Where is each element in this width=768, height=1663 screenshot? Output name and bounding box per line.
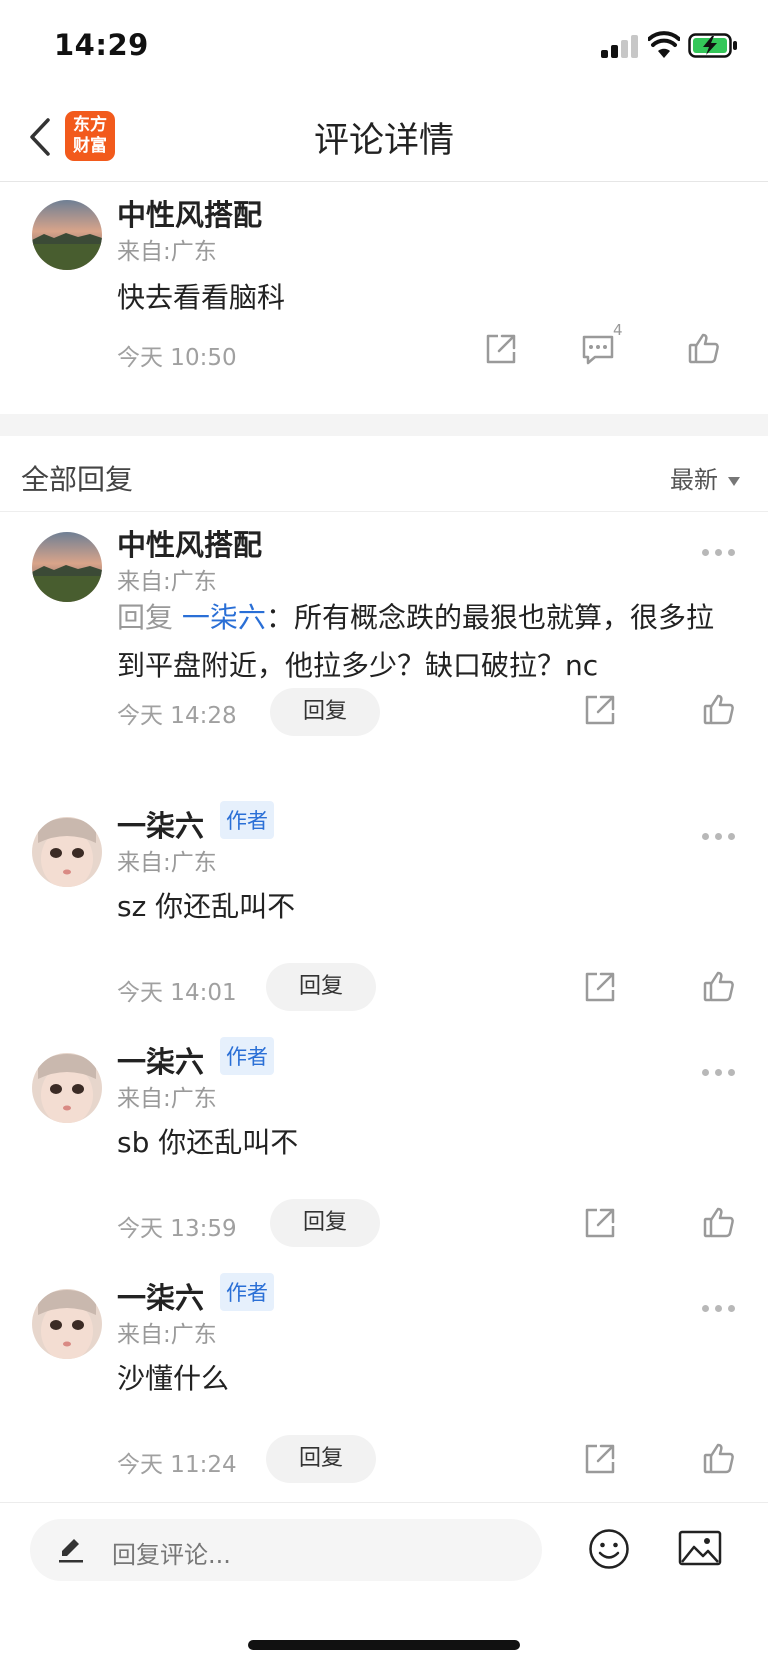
share-button[interactable] [484, 332, 518, 366]
more-options-button[interactable] [702, 1069, 736, 1079]
reply-time: 今天 11:24 [117, 1452, 237, 1478]
reply-location: 来自:广东 [117, 1322, 217, 1348]
like-button[interactable] [702, 1441, 736, 1475]
thumbs-up-icon [703, 1207, 734, 1238]
battery-charging-icon [688, 33, 738, 58]
share-button[interactable] [583, 970, 617, 1004]
comment-content: 快去看看脑科 [117, 281, 286, 314]
reply-button[interactable]: 回复 [266, 963, 376, 1011]
reply-content: 沙懂什么 [117, 1362, 230, 1395]
thumbs-up-icon [703, 694, 734, 725]
home-indicator[interactable] [248, 1640, 520, 1650]
avatar[interactable] [32, 1053, 102, 1123]
author-badge: 作者 [220, 1037, 274, 1075]
image-icon [678, 1530, 722, 1566]
comment-username[interactable]: 中性风搭配 [117, 192, 262, 234]
thumbs-up-icon [703, 971, 734, 1002]
image-button[interactable] [678, 1529, 722, 1571]
reply-item: 中性风搭配 来自:广东 回复 一柒六：所有概念跌的最狠也就算，很多拉到平盘附近，… [0, 512, 768, 770]
comment-icon [582, 335, 614, 365]
avatar[interactable] [32, 817, 102, 887]
thumbs-up-icon [688, 333, 719, 364]
reply-count-button[interactable] [581, 332, 615, 366]
bottom-input-bar: 回复评论... [0, 1502, 768, 1663]
reply-content: sz 你还乱叫不 [117, 890, 296, 923]
more-options-button[interactable] [702, 833, 736, 843]
comment-time: 今天 10:50 [117, 345, 237, 371]
reply-username[interactable]: 一柒六 [117, 803, 204, 845]
wifi-icon [647, 31, 681, 59]
reply-content: sb 你还乱叫不 [117, 1126, 299, 1159]
share-icon [585, 695, 615, 725]
page-title: 评论详情 [313, 121, 454, 161]
reply-username[interactable]: 一柒六 [117, 1039, 204, 1081]
share-button[interactable] [583, 1442, 617, 1476]
author-badge: 作者 [220, 801, 274, 839]
reply-button[interactable]: 回复 [270, 1199, 380, 1247]
share-icon [585, 1208, 615, 1238]
like-button[interactable] [702, 969, 736, 1003]
reply-location: 来自:广东 [117, 569, 217, 595]
replies-section-title: 全部回复 [21, 463, 134, 496]
reply-time: 今天 14:28 [117, 703, 237, 729]
reply-username[interactable]: 一柒六 [117, 1275, 204, 1317]
thumbs-up-icon [703, 1443, 734, 1474]
reply-location: 来自:广东 [117, 1086, 217, 1112]
status-time: 14:29 [54, 28, 149, 62]
like-button[interactable] [702, 1205, 736, 1239]
pencil-icon [59, 1539, 83, 1563]
author-badge: 作者 [220, 1273, 274, 1311]
avatar[interactable] [32, 532, 102, 602]
reply-prefix: 回复 [117, 601, 174, 634]
reply-button[interactable]: 回复 [270, 688, 380, 736]
comment-location: 来自:广东 [117, 239, 217, 265]
replies-section-header: 全部回复 最新 [0, 436, 768, 512]
reply-content: 回复 一柒六：所有概念跌的最狠也就算，很多拉到平盘附近，他拉多少？缺口破拉？nc [117, 594, 722, 690]
share-button[interactable] [583, 693, 617, 727]
avatar[interactable] [32, 200, 102, 270]
share-icon [486, 334, 516, 364]
reply-input-placeholder: 回复评论... [112, 1541, 231, 1569]
reply-location: 来自:广东 [117, 850, 217, 876]
reply-button[interactable]: 回复 [266, 1435, 376, 1483]
like-button[interactable] [687, 331, 721, 365]
section-divider [0, 414, 768, 436]
reply-input[interactable]: 回复评论... [30, 1519, 542, 1581]
caret-down-icon [728, 476, 740, 486]
more-options-button[interactable] [702, 1305, 736, 1315]
reply-time: 今天 13:59 [117, 1216, 237, 1242]
share-icon [585, 1444, 615, 1474]
header: 东方 财富 评论详情 [0, 92, 768, 182]
share-button[interactable] [583, 1206, 617, 1240]
sort-label: 最新 [670, 466, 718, 494]
reply-target-user[interactable]: 一柒六 [182, 601, 266, 634]
sort-dropdown[interactable]: 最新 [670, 460, 740, 495]
reply-count: 4 [613, 321, 623, 339]
status-bar: 14:29 [0, 0, 768, 92]
smiley-icon [589, 1529, 629, 1569]
like-button[interactable] [702, 692, 736, 726]
reply-time: 今天 14:01 [117, 980, 237, 1006]
reply-username[interactable]: 中性风搭配 [117, 522, 262, 564]
reply-item: 一柒六 作者 来自:广东 sz 你还乱叫不 今天 14:01 回复 [0, 801, 768, 1015]
cellular-signal-icon [601, 34, 638, 58]
share-icon [585, 972, 615, 1002]
avatar[interactable] [32, 1289, 102, 1359]
reply-item: 一柒六 作者 来自:广东 sb 你还乱叫不 今天 13:59 回复 [0, 1037, 768, 1251]
more-options-button[interactable] [702, 549, 736, 559]
reply-item: 一柒六 作者 来自:广东 沙懂什么 今天 11:24 回复 [0, 1273, 768, 1487]
main-comment: 中性风搭配 来自:广东 快去看看脑科 今天 10:50 4 [0, 182, 768, 414]
emoji-button[interactable] [587, 1527, 631, 1575]
